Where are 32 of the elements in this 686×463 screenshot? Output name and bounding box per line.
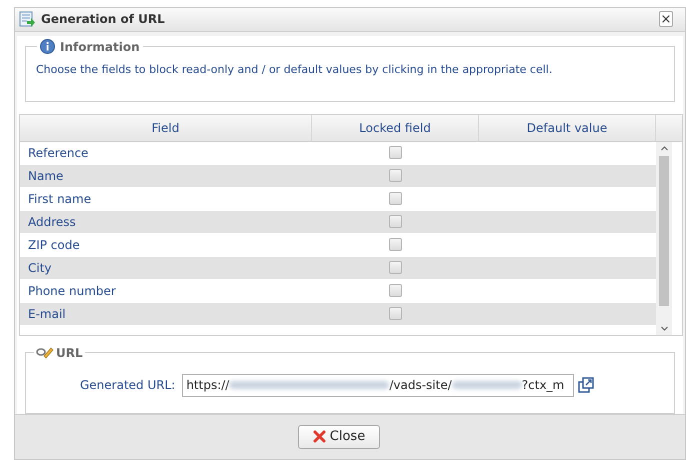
close-icon xyxy=(312,430,326,444)
checkbox[interactable] xyxy=(389,238,402,252)
information-text: Choose the fields to block read-only and / or default values by clicking in the appropriate cell. xyxy=(36,62,554,78)
checkbox[interactable] xyxy=(389,169,402,182)
column-header[interactable]: Locked field xyxy=(312,114,479,141)
pencil-chain-icon xyxy=(36,346,54,360)
checkbox[interactable] xyxy=(389,146,402,160)
scrollbar[interactable] xyxy=(656,142,672,335)
field-label: Generated URL: xyxy=(80,377,176,394)
table-cell-text: First name xyxy=(28,190,92,208)
table-cell-text: Reference xyxy=(28,144,88,162)
info-icon xyxy=(40,39,55,54)
url-field[interactable]: https:// /vads-site/ ?ctx_m xyxy=(182,374,574,397)
table-cell-text: ZIP code xyxy=(28,236,80,254)
checkbox[interactable] xyxy=(389,261,402,274)
checkbox[interactable] xyxy=(389,192,402,206)
table-cell-text: City xyxy=(28,260,52,277)
legend: URL xyxy=(56,344,83,362)
popout-icon[interactable] xyxy=(578,377,594,394)
table-cell-text: Address xyxy=(28,214,76,231)
table-cell-text: Name xyxy=(28,168,64,185)
checkbox[interactable] xyxy=(389,307,402,320)
column-header[interactable]: Field xyxy=(20,114,312,141)
checkbox[interactable] xyxy=(389,284,402,298)
table-cell-text: E-mail xyxy=(28,306,66,323)
legend: Information xyxy=(60,38,140,56)
close-button[interactable]: Close xyxy=(298,424,380,449)
close-button[interactable]: × xyxy=(659,11,673,28)
column-header[interactable]: Default value xyxy=(479,114,656,141)
window-title: Generation of URL xyxy=(41,11,165,28)
checkbox[interactable] xyxy=(389,215,402,228)
table-cell-text: Phone number xyxy=(28,282,116,300)
